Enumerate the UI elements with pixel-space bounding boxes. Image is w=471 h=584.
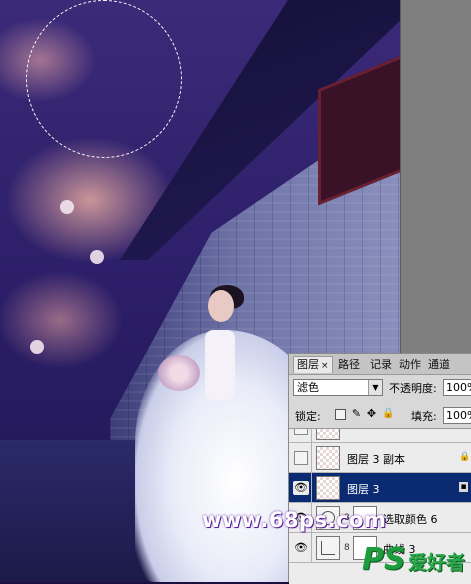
layer-name: 图层 3 bbox=[347, 483, 380, 496]
watermark-url: www.68ps.com bbox=[202, 508, 387, 532]
adjustment-thumbnail bbox=[316, 536, 340, 560]
lock-all-icon[interactable]: 🔒 bbox=[382, 409, 394, 420]
fill-field[interactable]: 100% bbox=[443, 407, 471, 424]
layer-style-icon: ▪ bbox=[459, 482, 468, 492]
curves-icon bbox=[321, 541, 335, 555]
tab-history[interactable]: 记录 bbox=[367, 357, 395, 373]
tab-paths[interactable]: 路径 bbox=[335, 357, 363, 373]
lock-pixels-icon[interactable]: ✎ bbox=[351, 408, 362, 420]
layer-thumbnail bbox=[316, 429, 340, 440]
elliptical-marquee-selection[interactable] bbox=[26, 0, 182, 158]
divider bbox=[311, 473, 312, 503]
logo-cn-text: 爱好者 bbox=[408, 552, 466, 574]
layer-row[interactable]: 图层 3 副本 🔒 bbox=[289, 443, 471, 473]
visibility-toggle[interactable] bbox=[294, 451, 308, 465]
layer-thumbnail bbox=[316, 446, 340, 470]
lock-transparency-icon[interactable] bbox=[335, 409, 346, 420]
chevron-down-icon[interactable]: ▼ bbox=[368, 380, 382, 395]
bride-bodice bbox=[205, 330, 235, 400]
lock-icon: 🔒 bbox=[459, 452, 471, 462]
logo-ps-text: PS bbox=[362, 542, 406, 577]
blossom bbox=[60, 200, 74, 214]
blend-mode-value: 滤色 bbox=[297, 381, 319, 394]
opacity-field[interactable]: 100% bbox=[443, 379, 471, 396]
divider bbox=[311, 533, 312, 563]
bride-face bbox=[208, 290, 234, 322]
eye-icon[interactable]: 👁 bbox=[293, 481, 309, 495]
fill-label: 填充: bbox=[411, 410, 437, 423]
tab-actions[interactable]: 动作 bbox=[396, 357, 424, 373]
layer-row-selected[interactable]: 👁 图层 3 ▪ bbox=[289, 473, 471, 503]
divider bbox=[311, 443, 312, 473]
opacity-label: 不透明度: bbox=[389, 382, 437, 395]
bouquet bbox=[158, 355, 200, 391]
lock-label: 锁定: bbox=[295, 410, 321, 423]
tab-layers[interactable]: 图层 × bbox=[293, 356, 333, 373]
blend-mode-select[interactable]: 滤色 ▼ bbox=[293, 379, 383, 396]
close-icon[interactable]: × bbox=[321, 361, 329, 371]
layer-name: 选取颜色 6 bbox=[383, 513, 438, 526]
layer-row[interactable] bbox=[289, 429, 471, 443]
layer-thumbnail bbox=[316, 476, 340, 500]
chain-link-icon[interactable]: 8 bbox=[344, 543, 350, 553]
blossom bbox=[90, 250, 104, 264]
tab-label: 图层 bbox=[297, 358, 319, 371]
layer-name: 图层 3 副本 bbox=[347, 453, 405, 466]
blossom bbox=[30, 340, 44, 354]
divider bbox=[311, 429, 312, 443]
eye-icon[interactable]: 👁 bbox=[293, 541, 309, 555]
panel-tab-bar: 图层 × 路径 记录 动作 通道 bbox=[289, 354, 471, 375]
lock-position-icon[interactable]: ✥ bbox=[366, 408, 377, 420]
tab-channels[interactable]: 通道 bbox=[425, 357, 453, 373]
visibility-toggle[interactable] bbox=[294, 429, 308, 435]
site-logo: PS 爱好者 bbox=[356, 540, 471, 582]
